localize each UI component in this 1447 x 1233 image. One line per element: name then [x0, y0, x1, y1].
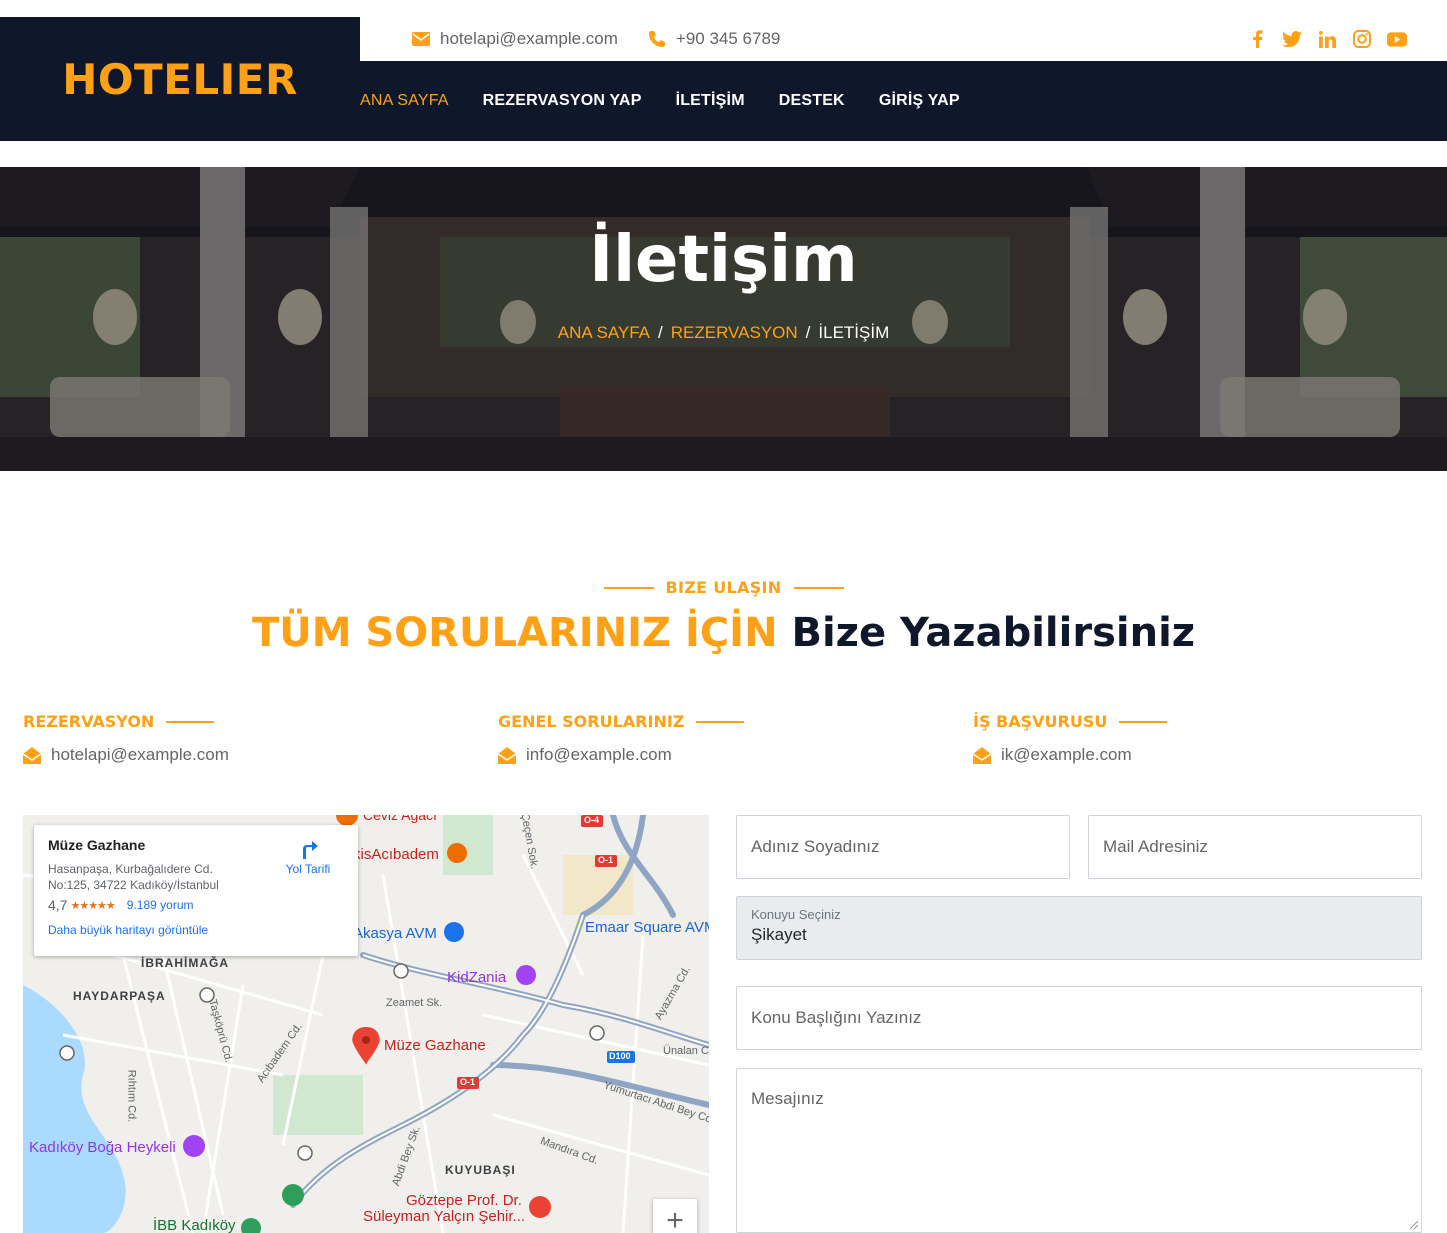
email-input[interactable]: Mail Adresiniz — [1088, 815, 1422, 879]
nav-home[interactable]: ANA SAYFA — [360, 92, 449, 110]
linkedin-icon[interactable] — [1317, 29, 1337, 49]
breadcrumb-home[interactable]: ANA SAYFA — [558, 323, 650, 342]
road-badge: O-1 — [460, 1077, 476, 1087]
divider-line — [696, 720, 745, 723]
star-rating-icon: ★★★★★ — [70, 899, 115, 912]
contact-reservation: REZERVASYON hotelapi@example.com — [23, 712, 423, 765]
map-label-district: HAYDARPAŞA — [73, 989, 166, 1003]
road-badge: D100 — [609, 1051, 631, 1061]
contact-general: GENEL SORULARINIZ info@example.com — [498, 712, 898, 765]
map-label-street: Ünalan Cd. — [663, 1045, 709, 1057]
nav-contact[interactable]: İLETİŞİM — [676, 92, 745, 110]
map-bigger-link[interactable]: Daha büyük haritayı görüntüle — [48, 923, 344, 937]
subject-select-label: Konuyu Seçiniz — [751, 907, 841, 922]
contact-heading: GENEL SORULARINIZ — [498, 712, 898, 731]
hero-background-image — [0, 167, 1447, 471]
map-rating-row: 4,7 ★★★★★ 9.189 yorum — [48, 897, 344, 913]
map-directions-button[interactable]: Yol Tarifi — [278, 837, 338, 876]
contact-heading: REZERVASYON — [23, 712, 423, 731]
logo-block[interactable]: HOTELIER — [0, 17, 360, 141]
topbar-email[interactable]: hotelapi@example.com — [412, 29, 618, 49]
hero-banner: İletişim ANA SAYFA / REZERVASYON / İLETİŞİM — [0, 167, 1447, 471]
divider-line — [166, 720, 215, 723]
topbar: hotelapi@example.com +90 345 6789 — [360, 17, 1447, 61]
map-info-card: Müze Gazhane Hasanpaşa, Kurbağalıdere Cd… — [34, 825, 358, 956]
road-badge: O-4 — [584, 815, 600, 825]
map-address: Hasanpaşa, Kurbağalıdere Cd. No:125, 347… — [48, 862, 219, 892]
map-label-street: Zeamet Sk. — [386, 997, 443, 1009]
phone-icon — [648, 31, 665, 47]
map-zoom-in-button[interactable]: + — [653, 1199, 697, 1233]
breadcrumb-separator: / — [658, 323, 663, 342]
envelope-open-icon — [973, 746, 991, 764]
contact-email-text: ik@example.com — [1001, 745, 1132, 764]
directions-icon — [303, 841, 318, 859]
social-links — [1247, 17, 1407, 61]
envelope-open-icon — [23, 746, 41, 764]
main-nav: ANA SAYFA REZERVASYON YAP İLETİŞİM DESTE… — [360, 61, 1447, 141]
page: HOTELIER hotelapi@example.com +90 345 67… — [0, 0, 1447, 1233]
contact-heading-text: İŞ BAŞVURUSU — [973, 712, 1108, 731]
map-label-poi: Akasya AVM — [353, 925, 437, 942]
envelope-open-icon — [498, 746, 516, 764]
topbar-phone[interactable]: +90 345 6789 — [648, 29, 780, 49]
contact-jobs: İŞ BAŞVURUSU ik@example.com — [973, 712, 1373, 765]
subject-select-value: Şikayet — [751, 925, 807, 944]
map-label-poi: Süleyman Yalçın Şehir... — [363, 1208, 526, 1225]
road-badge: O-1 — [598, 855, 614, 865]
section-title-dark: Bize Yazabilirsiniz — [791, 610, 1196, 656]
contact-email[interactable]: ik@example.com — [973, 745, 1373, 765]
resize-handle-icon[interactable] — [1409, 1220, 1419, 1230]
contact-email[interactable]: hotelapi@example.com — [23, 745, 423, 765]
nav-support[interactable]: DESTEK — [779, 92, 845, 110]
divider-line — [1119, 720, 1168, 723]
contact-heading-text: REZERVASYON — [23, 712, 155, 731]
breadcrumb-separator: / — [805, 323, 811, 342]
facebook-icon[interactable] — [1247, 29, 1267, 49]
map-rating: 4,7 — [48, 897, 68, 913]
envelope-icon — [412, 32, 430, 46]
map-label-poi: Ceviz Ağacı — [363, 815, 437, 823]
section-title: TÜM SORULARINIZ İÇİN Bize Yazabilirsiniz — [0, 610, 1447, 656]
topbar-phone-text: +90 345 6789 — [675, 29, 781, 48]
topbar-email-text: hotelapi@example.com — [440, 29, 618, 48]
section-subtitle-text: BIZE ULAŞIN — [665, 578, 782, 597]
name-input[interactable]: Adınız Soyadınız — [736, 815, 1070, 879]
message-textarea[interactable]: Mesajınız — [736, 1068, 1422, 1233]
logo[interactable]: HOTELIER — [62, 55, 298, 104]
instagram-icon[interactable] — [1352, 29, 1372, 49]
breadcrumb-booking[interactable]: REZERVASYON — [671, 323, 798, 342]
map-label-poi: Kadıköy Boğa Heykeli — [29, 1139, 176, 1156]
twitter-icon[interactable] — [1282, 29, 1302, 49]
map-label-street: Rıhtım Cd. — [125, 1069, 138, 1123]
map-embed[interactable]: Ceviz Ağacı kisAcıbadem Akasya AVM Emaar… — [23, 815, 709, 1233]
subject-select[interactable]: Konuyu Seçiniz Şikayet — [736, 896, 1422, 960]
divider-line — [603, 586, 654, 589]
map-label-poi: Göztepe Prof. Dr. — [406, 1192, 522, 1209]
section-title-accent: TÜM SORULARINIZ İÇİN — [251, 610, 778, 656]
section-subtitle: BIZE ULAŞIN — [0, 578, 1447, 597]
map-label-district: KUYUBAŞI — [445, 1163, 516, 1177]
contact-heading: İŞ BAŞVURUSU — [973, 712, 1373, 731]
youtube-icon[interactable] — [1387, 29, 1407, 49]
map-reviews-link[interactable]: 9.189 yorum — [127, 898, 194, 912]
nav-login[interactable]: GİRİŞ YAP — [879, 92, 960, 110]
map-label-district: İBRAHİMAĞA — [141, 956, 229, 970]
map-label-poi: Emaar Square AVM — [585, 919, 709, 936]
map-label-poi: kisAcıbadem — [353, 846, 439, 863]
map-label-poi: KidZania — [447, 969, 507, 986]
map-directions-label: Yol Tarifi — [285, 862, 331, 876]
nav-booking[interactable]: REZERVASYON YAP — [483, 92, 642, 110]
map-marker-label[interactable]: Müze Gazhane — [384, 1037, 486, 1054]
contact-email[interactable]: info@example.com — [498, 745, 898, 765]
map-label-poi: İBB Kadıköy — [153, 1217, 236, 1233]
divider-line — [793, 586, 844, 589]
breadcrumb-current: İLETİŞİM — [818, 323, 890, 342]
breadcrumb: ANA SAYFA / REZERVASYON / İLETİŞİM — [0, 323, 1447, 343]
subject-title-input[interactable]: Konu Başlığını Yazınız — [736, 986, 1422, 1050]
page-title: İletişim — [589, 223, 858, 297]
contact-heading-text: GENEL SORULARINIZ — [498, 712, 685, 731]
contact-email-text: hotelapi@example.com — [51, 745, 229, 764]
contact-email-text: info@example.com — [526, 745, 672, 764]
